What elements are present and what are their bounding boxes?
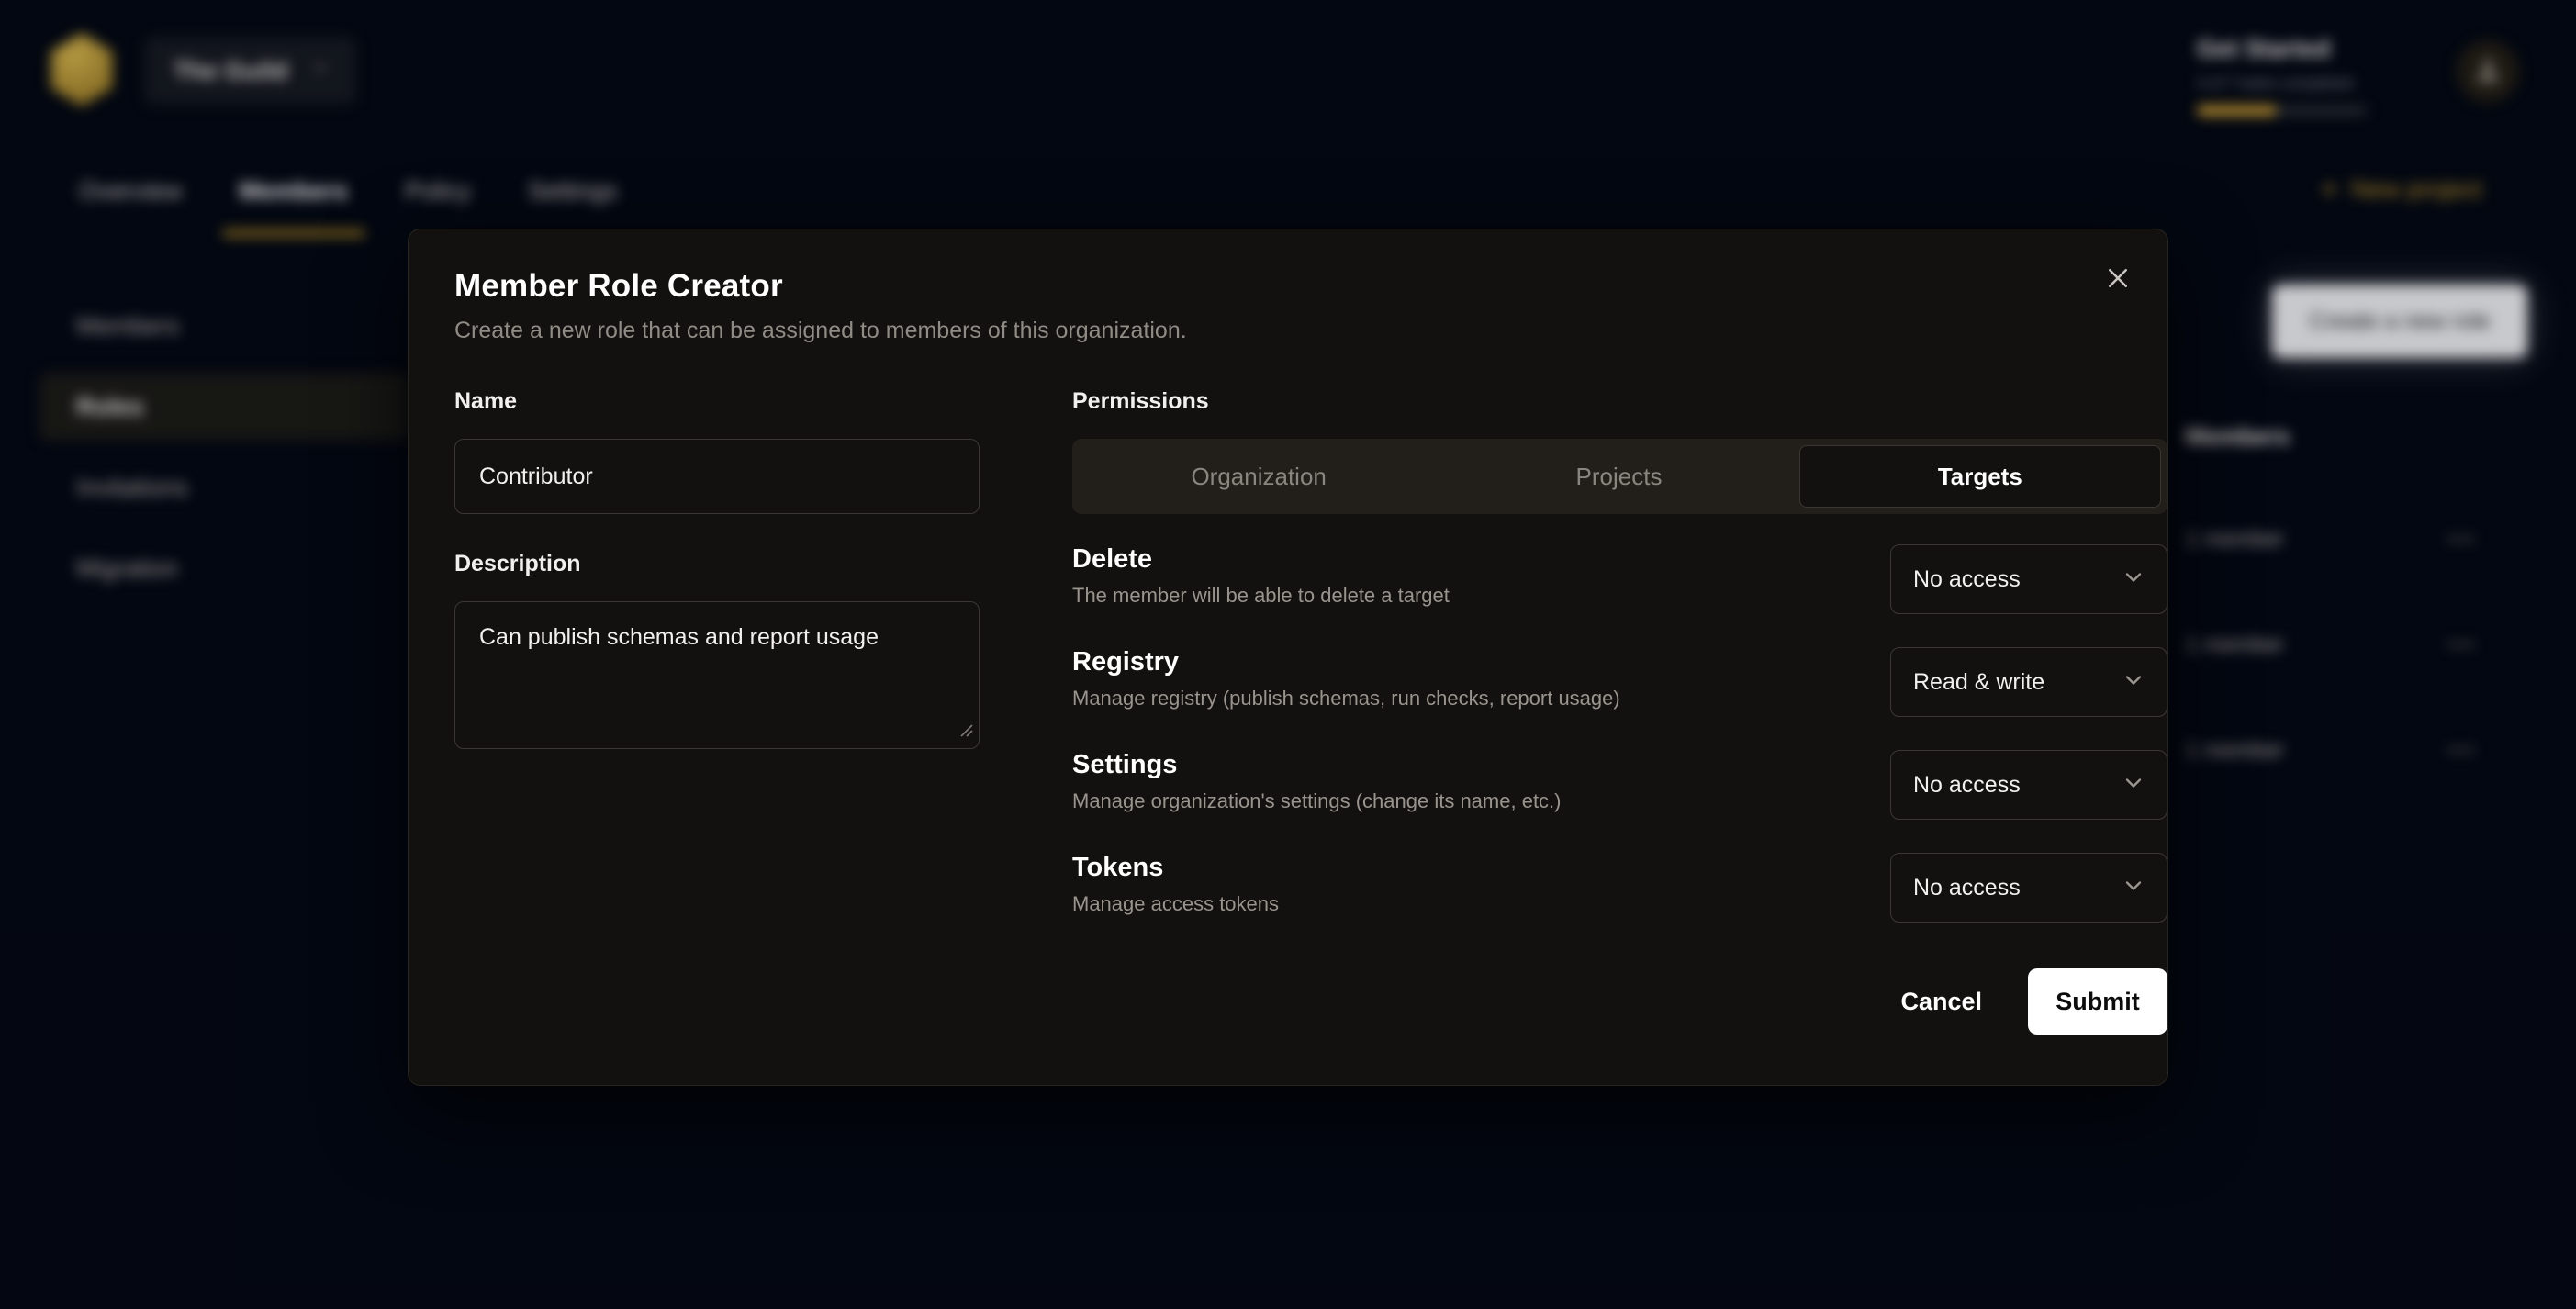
tokens-access-select[interactable]: No access (1890, 853, 2167, 923)
tab-organization[interactable]: Organization (1079, 445, 1439, 508)
chevron-down-icon (2121, 565, 2146, 595)
chevron-down-icon (2121, 667, 2146, 698)
tab-targets[interactable]: Targets (1799, 445, 2161, 508)
modal-subtitle: Create a new role that can be assigned t… (454, 318, 2122, 344)
description-textarea[interactable]: Can publish schemas and report usage (454, 601, 980, 749)
name-label: Name (454, 388, 980, 415)
permission-title: Delete (1072, 544, 1450, 575)
permission-description: Manage registry (publish schemas, run ch… (1072, 687, 1620, 710)
chevron-down-icon (2121, 873, 2146, 903)
select-value: Read & write (1913, 669, 2044, 696)
select-value: No access (1913, 772, 2021, 799)
description-label: Description (454, 551, 980, 577)
close-icon (2104, 264, 2132, 295)
select-value: No access (1913, 566, 2021, 593)
permission-description: Manage access tokens (1072, 892, 1279, 916)
permission-row-tokens: Tokens Manage access tokens No access (1072, 853, 2167, 923)
submit-button[interactable]: Submit (2028, 968, 2167, 1035)
delete-access-select[interactable]: No access (1890, 544, 2167, 614)
permission-row-delete: Delete The member will be able to delete… (1072, 544, 2167, 614)
settings-access-select[interactable]: No access (1890, 750, 2167, 820)
name-input[interactable] (454, 439, 980, 514)
select-value: No access (1913, 875, 2021, 901)
permissions-tabbar: Organization Projects Targets (1072, 439, 2167, 514)
permission-description: Manage organization's settings (change i… (1072, 789, 1562, 813)
permission-row-settings: Settings Manage organization's settings … (1072, 750, 2167, 820)
permission-title: Tokens (1072, 853, 1279, 883)
permissions-label: Permissions (1072, 388, 2167, 415)
permission-row-registry: Registry Manage registry (publish schema… (1072, 647, 2167, 717)
tab-projects[interactable]: Projects (1439, 445, 1798, 508)
chevron-down-icon (2121, 770, 2146, 800)
member-role-creator-modal: Member Role Creator Create a new role th… (408, 229, 2168, 1086)
permission-description: The member will be able to delete a targ… (1072, 584, 1450, 608)
cancel-button[interactable]: Cancel (1900, 988, 1982, 1016)
permission-title: Registry (1072, 647, 1620, 677)
permission-title: Settings (1072, 750, 1562, 780)
modal-title: Member Role Creator (454, 268, 2122, 305)
close-button[interactable] (2100, 261, 2136, 297)
registry-access-select[interactable]: Read & write (1890, 647, 2167, 717)
